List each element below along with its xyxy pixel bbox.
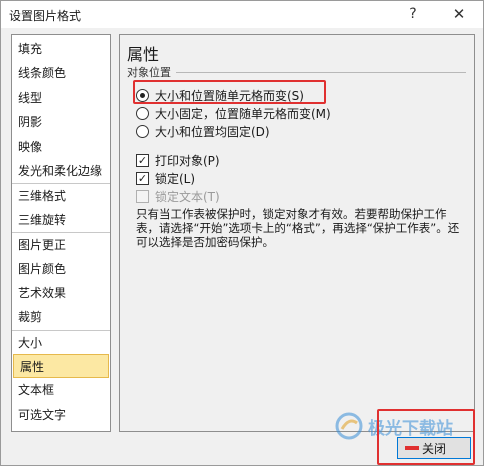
radio-label: 大小固定，位置随单元格而变(M) <box>155 106 331 121</box>
sidebar-item-line-color[interactable]: 线条颜色 <box>12 61 110 85</box>
highlight-box <box>133 80 326 104</box>
radio-button[interactable] <box>136 124 149 138</box>
sidebar-item-artistic-effects[interactable]: 艺术效果 <box>12 281 110 305</box>
checkbox-print-object[interactable]: ✓ 打印对象(P) <box>136 151 220 169</box>
sidebar-item-properties[interactable]: 属性 <box>13 354 109 379</box>
sidebar-item-picture-corrections[interactable]: 图片更正 <box>12 232 110 256</box>
close-button[interactable]: 关闭 <box>397 437 471 459</box>
sidebar-item-3d-format[interactable]: 三维格式 <box>12 183 110 207</box>
protection-description: 只有当工作表被保护时，锁定对象才有效。若要帮助保护工作表，请选择“开始”选项卡上… <box>136 207 460 249</box>
properties-panel: 属性 对象位置 大小和位置随单元格而变(S) 大小固定，位置随单元格而变(M) … <box>119 34 475 432</box>
checkbox-checked[interactable]: ✓ <box>136 153 149 167</box>
help-button[interactable]: ? <box>401 3 425 25</box>
sidebar-item-3d-rotation[interactable]: 三维旋转 <box>12 208 110 232</box>
sidebar-item-size[interactable]: 大小 <box>12 329 110 354</box>
close-icon[interactable]: ✕ <box>444 3 474 25</box>
title-bar: 设置图片格式 ? ✕ <box>1 1 483 28</box>
checkbox-disabled <box>136 189 149 203</box>
checkbox-lock-text: 锁定文本(T) <box>136 187 220 205</box>
group-divider <box>176 72 466 73</box>
sidebar-item-shadow[interactable]: 阴影 <box>12 110 110 134</box>
section-title: 属性 <box>127 45 160 64</box>
highlight-mark <box>405 446 419 450</box>
dialog-title: 设置图片格式 <box>9 9 82 23</box>
checkbox-locked[interactable]: ✓ 锁定(L) <box>136 169 195 187</box>
sidebar-item-fill[interactable]: 填充 <box>12 37 110 61</box>
sidebar-item-picture-color[interactable]: 图片颜色 <box>12 257 110 281</box>
watermark-logo-icon <box>335 412 363 440</box>
radio-label: 大小和位置均固定(D) <box>155 124 270 139</box>
sidebar-item-reflection[interactable]: 映像 <box>12 135 110 159</box>
close-button-label: 关闭 <box>421 441 446 456</box>
format-picture-dialog: 设置图片格式 ? ✕ 填充 线条颜色 线型 阴影 映像 发光和柔化边缘 三维格式… <box>0 0 484 466</box>
sidebar-item-alt-text[interactable]: 可选文字 <box>12 403 110 427</box>
checkbox-label: 锁定(L) <box>155 171 196 186</box>
object-position-label: 对象位置 <box>127 64 175 80</box>
category-list: 填充 线条颜色 线型 阴影 映像 发光和柔化边缘 三维格式 三维旋转 图片更正 … <box>11 34 111 432</box>
sidebar-item-line-style[interactable]: 线型 <box>12 86 110 110</box>
radio-no-move-no-size[interactable]: 大小和位置均固定(D) <box>136 122 270 140</box>
checkbox-label: 锁定文本(T) <box>155 189 220 204</box>
radio-move-no-size[interactable]: 大小固定，位置随单元格而变(M) <box>136 104 331 122</box>
sidebar-item-text-box[interactable]: 文本框 <box>12 378 110 402</box>
sidebar-item-glow-soft-edges[interactable]: 发光和柔化边缘 <box>12 159 110 183</box>
checkbox-label: 打印对象(P) <box>155 153 220 168</box>
sidebar-item-crop[interactable]: 裁剪 <box>12 305 110 329</box>
radio-button[interactable] <box>136 106 149 120</box>
checkbox-checked[interactable]: ✓ <box>136 171 149 185</box>
